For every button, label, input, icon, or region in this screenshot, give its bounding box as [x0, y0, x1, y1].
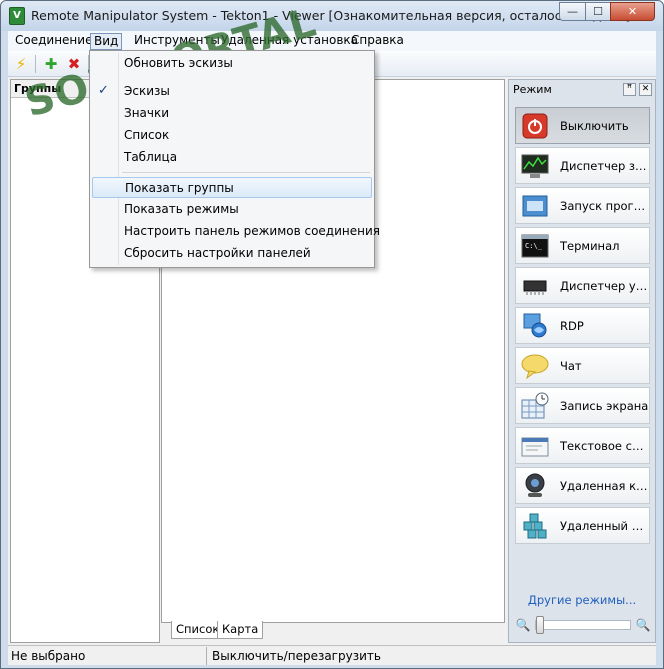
- title-bar[interactable]: V Remote Manipulator System - Tekton1 - …: [1, 1, 663, 31]
- mode-label: Чат: [560, 359, 582, 373]
- mode-label: Текстовое сообщение: [560, 439, 650, 453]
- mode-label: Запуск программ: [560, 199, 650, 213]
- tab-map[interactable]: Карта: [217, 621, 264, 639]
- mode-label: Запись экрана: [560, 399, 649, 413]
- menu-remote-install[interactable]: Удаленная установка: [218, 33, 361, 50]
- menu-item-configure-modes-panel[interactable]: Настроить панель режимов соединения: [92, 221, 380, 242]
- task-manager-icon: [521, 154, 549, 178]
- menu-item-show-groups[interactable]: Показать группы: [92, 177, 372, 198]
- svg-text:C:\_: C:\_: [525, 242, 543, 250]
- mode-remote-camera[interactable]: Удаленная камера: [515, 467, 650, 504]
- zoom-slider-thumb[interactable]: [536, 616, 544, 634]
- mode-label: Диспетчер устройств: [560, 279, 650, 293]
- zoom-slider-group: 🔍 🔍: [513, 615, 653, 635]
- terminal-icon: C:\_: [521, 234, 549, 258]
- rdp-icon: [523, 313, 547, 338]
- menu-item-reset-panels[interactable]: Сбросить настройки панелей: [92, 243, 372, 264]
- lightning-icon[interactable]: ⚡: [12, 55, 30, 73]
- zoom-out-icon[interactable]: 🔍: [515, 617, 531, 633]
- mode-label: Удаленный реестр: [560, 519, 650, 533]
- maximize-button[interactable]: ☐: [585, 2, 611, 21]
- menu-connection[interactable]: Соединение: [12, 33, 95, 50]
- mode-label: Терминал: [560, 239, 620, 253]
- app-icon[interactable]: V: [9, 7, 25, 25]
- other-modes-link[interactable]: Другие режимы...: [509, 593, 655, 607]
- mode-screen-record[interactable]: Запись экрана: [515, 387, 650, 424]
- mode-device-manager[interactable]: Диспетчер устройств: [515, 267, 650, 304]
- mode-program-launch[interactable]: Запуск программ: [515, 187, 650, 224]
- menu-item-list[interactable]: Список: [92, 125, 372, 146]
- mode-label: Диспетчер задач: [560, 159, 650, 173]
- mode-remote-registry[interactable]: Удаленный реестр: [515, 507, 650, 544]
- chip-icon: [523, 280, 547, 295]
- mode-header-label: Режим: [513, 83, 552, 96]
- menu-item-table[interactable]: Таблица: [92, 147, 372, 168]
- mode-terminal[interactable]: C:\_ Терминал: [515, 227, 650, 264]
- menu-item-show-modes[interactable]: Показать режимы: [92, 199, 372, 220]
- zoom-slider[interactable]: [535, 616, 631, 634]
- mode-text-message[interactable]: Текстовое сообщение: [515, 427, 650, 464]
- status-action: Выключить/перезагрузить: [212, 649, 381, 663]
- mode-header: Режим ꟸ ✕: [509, 80, 655, 100]
- menu-item-refresh-thumbnails[interactable]: Обновить эскизы: [92, 53, 372, 74]
- chat-icon: [521, 354, 549, 380]
- webcam-icon: [525, 473, 545, 497]
- minimize-button[interactable]: —: [559, 2, 586, 21]
- menu-tools[interactable]: Инструменты: [131, 33, 223, 50]
- status-selection: Не выбрано: [11, 649, 86, 663]
- mode-label: RDP: [560, 319, 584, 333]
- status-separator: [206, 647, 207, 665]
- program-launch-icon: [522, 195, 548, 217]
- menu-view[interactable]: Вид: [90, 33, 123, 50]
- add-icon[interactable]: ✚: [42, 55, 60, 73]
- mode-label: Выключить: [560, 119, 629, 133]
- toolbar-separator: [35, 55, 36, 73]
- mode-rdp[interactable]: RDP: [515, 307, 650, 344]
- zoom-in-icon[interactable]: 🔍: [635, 617, 651, 633]
- status-bar: Не выбрано Выключить/перезагрузить: [8, 645, 656, 665]
- message-icon: [521, 437, 549, 457]
- mode-task-manager[interactable]: Диспетчер задач: [515, 147, 650, 184]
- menu-item-icons[interactable]: Значки: [92, 103, 372, 124]
- menu-separator: [122, 172, 370, 173]
- registry-icon: [523, 513, 547, 539]
- mode-panel: Режим ꟸ ✕ Выключить Диспетчер задач Запу…: [508, 79, 656, 643]
- menu-help[interactable]: Справка: [348, 33, 407, 50]
- view-menu-dropdown: Обновить эскизы ✓ Эскизы Значки Список Т…: [89, 50, 380, 268]
- close-button[interactable]: ✕: [610, 2, 655, 21]
- mode-label: Удаленная камера: [560, 479, 650, 493]
- mode-chat[interactable]: Чат: [515, 347, 650, 384]
- screen-record-icon: [521, 392, 549, 419]
- pin-icon[interactable]: ꟸ: [623, 83, 636, 96]
- menu-item-thumbnails[interactable]: Эскизы: [92, 81, 372, 102]
- window-title: Remote Manipulator System - Tekton1 - Vi…: [31, 8, 631, 23]
- mode-shutdown[interactable]: Выключить: [515, 107, 650, 144]
- power-icon: [522, 113, 548, 139]
- delete-icon[interactable]: ✖: [65, 55, 83, 73]
- panel-close-icon[interactable]: ✕: [639, 83, 652, 96]
- menu-bar: Соединение Вид Инструменты Удаленная уст…: [8, 31, 656, 51]
